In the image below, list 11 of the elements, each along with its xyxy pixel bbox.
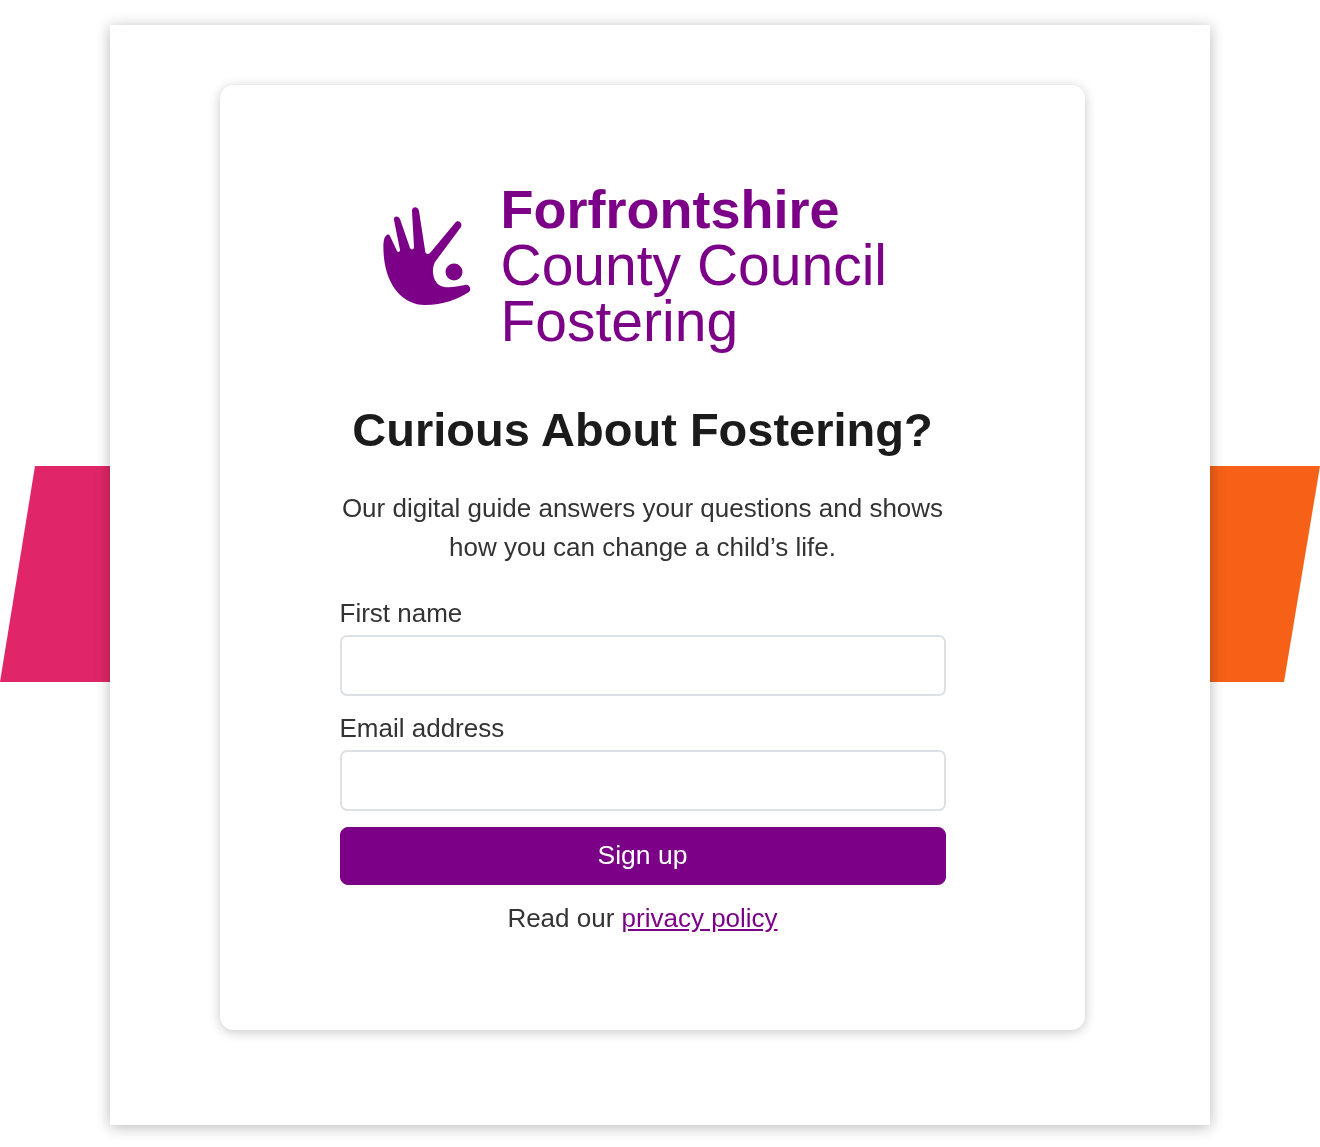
input-field[interactable] (339, 750, 946, 811)
input-field[interactable] (339, 635, 946, 696)
privacy-note: Read our privacy policy (506, 902, 779, 935)
hand-icon (382, 206, 471, 306)
page-heading: Curious About Fostering? (351, 402, 934, 458)
sign-up-button[interactable]: Sign up (339, 827, 946, 885)
privacy-policy-link[interactable]: privacy policy (621, 903, 778, 933)
field-label: First name (339, 597, 464, 629)
field-label: Email address (339, 712, 506, 744)
intro-text: Our digital guide answers your questions and shows how you can change a child’s life. (340, 492, 945, 564)
logo-name: Forfrontshire (500, 181, 841, 237)
